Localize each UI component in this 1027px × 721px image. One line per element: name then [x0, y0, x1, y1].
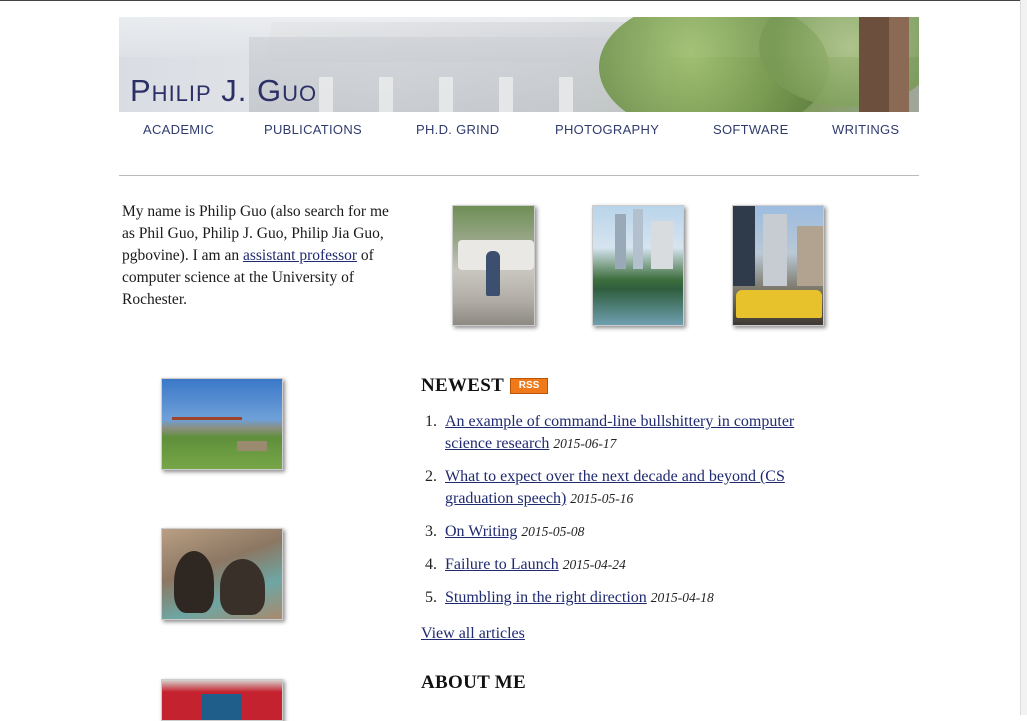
article-link[interactable]: Stumbling in the right direction [445, 589, 647, 606]
list-item: 3. On Writing 2015-05-08 [425, 523, 585, 540]
article-date: 2015-06-17 [553, 436, 617, 451]
intro-paragraph: My name is Philip Guo (also search for m… [122, 203, 389, 308]
nav-writings[interactable]: WRITINGS [832, 122, 899, 137]
site-title[interactable]: Philip J. Guo [130, 73, 317, 109]
photo-golden-gate[interactable] [161, 378, 283, 470]
photo-towers-reflection[interactable] [592, 205, 684, 326]
photo-bicycle-street[interactable] [452, 205, 535, 326]
nav-publications[interactable]: PUBLICATIONS [264, 122, 362, 137]
article-link[interactable]: On Writing [445, 523, 517, 540]
header-divider [119, 175, 919, 176]
scrollbar[interactable] [1020, 0, 1027, 715]
newest-articles-list: 1. An example of command-line bullshitte… [421, 411, 821, 620]
list-item: 2. What to expect over the next decade a… [425, 468, 785, 507]
window-top-border [0, 0, 1027, 1]
list-item: 5. Stumbling in the right direction 2015… [425, 589, 714, 606]
article-link[interactable]: An example of command-line bullshittery … [445, 413, 794, 452]
main-nav: ACADEMIC PUBLICATIONS PH.D. GRIND PHOTOG… [119, 122, 919, 142]
header-banner: Philip J. Guo [119, 17, 919, 112]
about-heading: ABOUT ME [421, 672, 526, 693]
nav-phd-grind[interactable]: PH.D. GRIND [416, 122, 499, 137]
article-date: 2015-05-16 [570, 491, 634, 506]
article-link[interactable]: Failure to Launch [445, 556, 559, 573]
list-item: 4. Failure to Launch 2015-04-24 [425, 556, 626, 573]
list-item: 1. An example of command-line bullshitte… [425, 413, 795, 452]
photo-sea-lions[interactable] [161, 528, 283, 620]
photo-taxi-city[interactable] [732, 205, 824, 326]
nav-academic[interactable]: ACADEMIC [143, 122, 214, 137]
nav-software[interactable]: SOFTWARE [713, 122, 789, 137]
view-all-articles-link[interactable]: View all articles [421, 625, 525, 643]
article-date: 2015-04-24 [562, 557, 626, 572]
assistant-professor-link[interactable]: assistant professor [243, 247, 357, 264]
article-date: 2015-05-08 [521, 524, 585, 539]
newest-heading: NEWEST [421, 375, 505, 396]
article-date: 2015-04-18 [650, 590, 714, 605]
nav-photography[interactable]: PHOTOGRAPHY [555, 122, 659, 137]
rss-feed-button[interactable]: RSS [510, 378, 548, 394]
